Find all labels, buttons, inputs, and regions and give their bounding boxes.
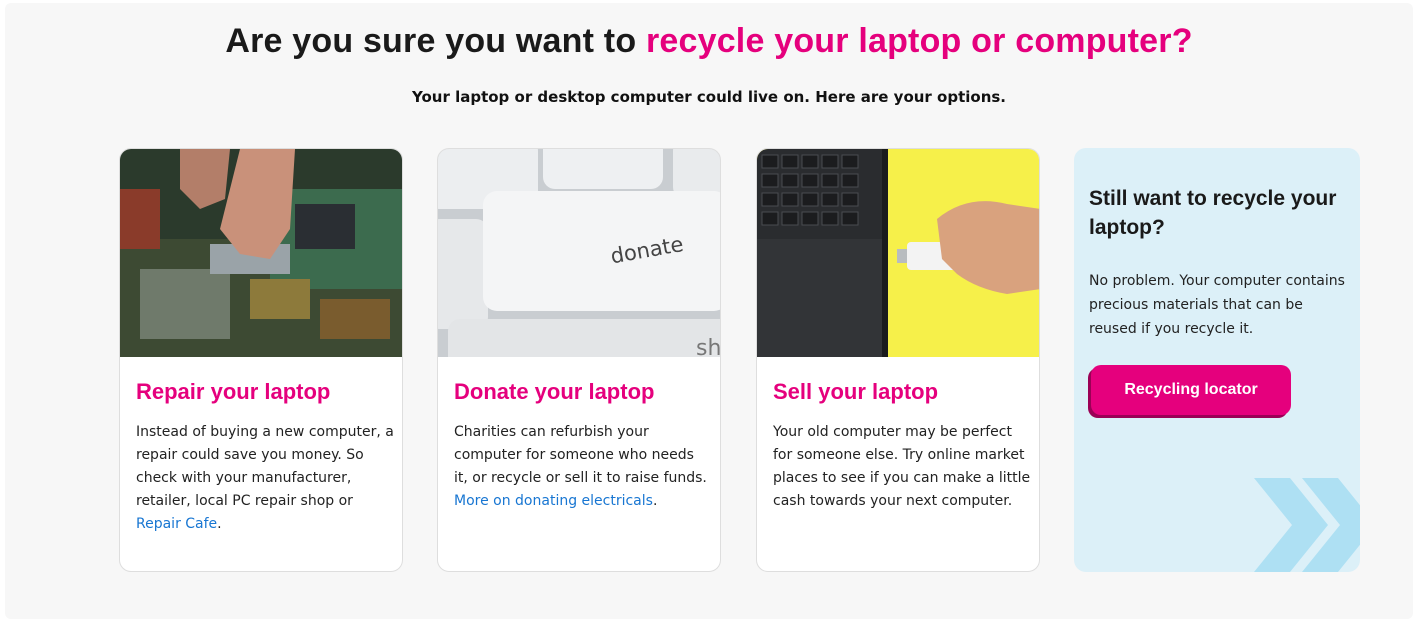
laptop-repair-photo (120, 149, 402, 357)
card-body: Instead of buying a new computer, a repa… (136, 421, 394, 536)
repair-cafe-link[interactable]: Repair Cafe (136, 516, 217, 532)
sell-card: Sell your laptop Your old computer may b… (756, 148, 1040, 572)
chevron-right-icon (1254, 478, 1360, 572)
cta-body: No problem. Your computer contains preci… (1089, 273, 1345, 337)
repair-card: Repair your laptop Instead of buying a n… (119, 148, 403, 572)
card-text: Charities can refurbish your computer fo… (454, 424, 707, 486)
card-body: Your old computer may be perfect for som… (773, 424, 1031, 509)
title-accent: recycle your laptop or computer? (645, 22, 1193, 60)
card-title: Donate your laptop (454, 379, 655, 404)
page-subtitle: Your laptop or desktop computer could li… (411, 88, 1007, 106)
usb-laptop-photo (757, 149, 1039, 357)
shift-key-label: sh (696, 336, 721, 357)
recycling-locator-button[interactable]: Recycling locator (1091, 365, 1291, 415)
card-text: Instead of buying a new computer, a repa… (136, 424, 394, 509)
donate-key-photo: donate sh (438, 149, 721, 357)
card-text-suffix: . (217, 516, 222, 532)
page-title: Are you sure you want to recycle your la… (0, 22, 1418, 61)
card-body: Charities can refurbish your computer fo… (454, 421, 712, 513)
card-title: Sell your laptop (773, 379, 939, 404)
title-plain: Are you sure you want to (225, 22, 646, 60)
donating-electricals-link[interactable]: More on donating electricals (454, 493, 653, 509)
card-title: Repair your laptop (136, 379, 331, 404)
card-text-suffix: . (652, 493, 658, 509)
cta-title: Still want to recycle your laptop? (1089, 187, 1337, 239)
donate-card: donate sh Donate your laptop Charities c… (437, 148, 721, 572)
recycle-cta-panel: Still want to recycle your laptop? No pr… (1074, 148, 1360, 572)
